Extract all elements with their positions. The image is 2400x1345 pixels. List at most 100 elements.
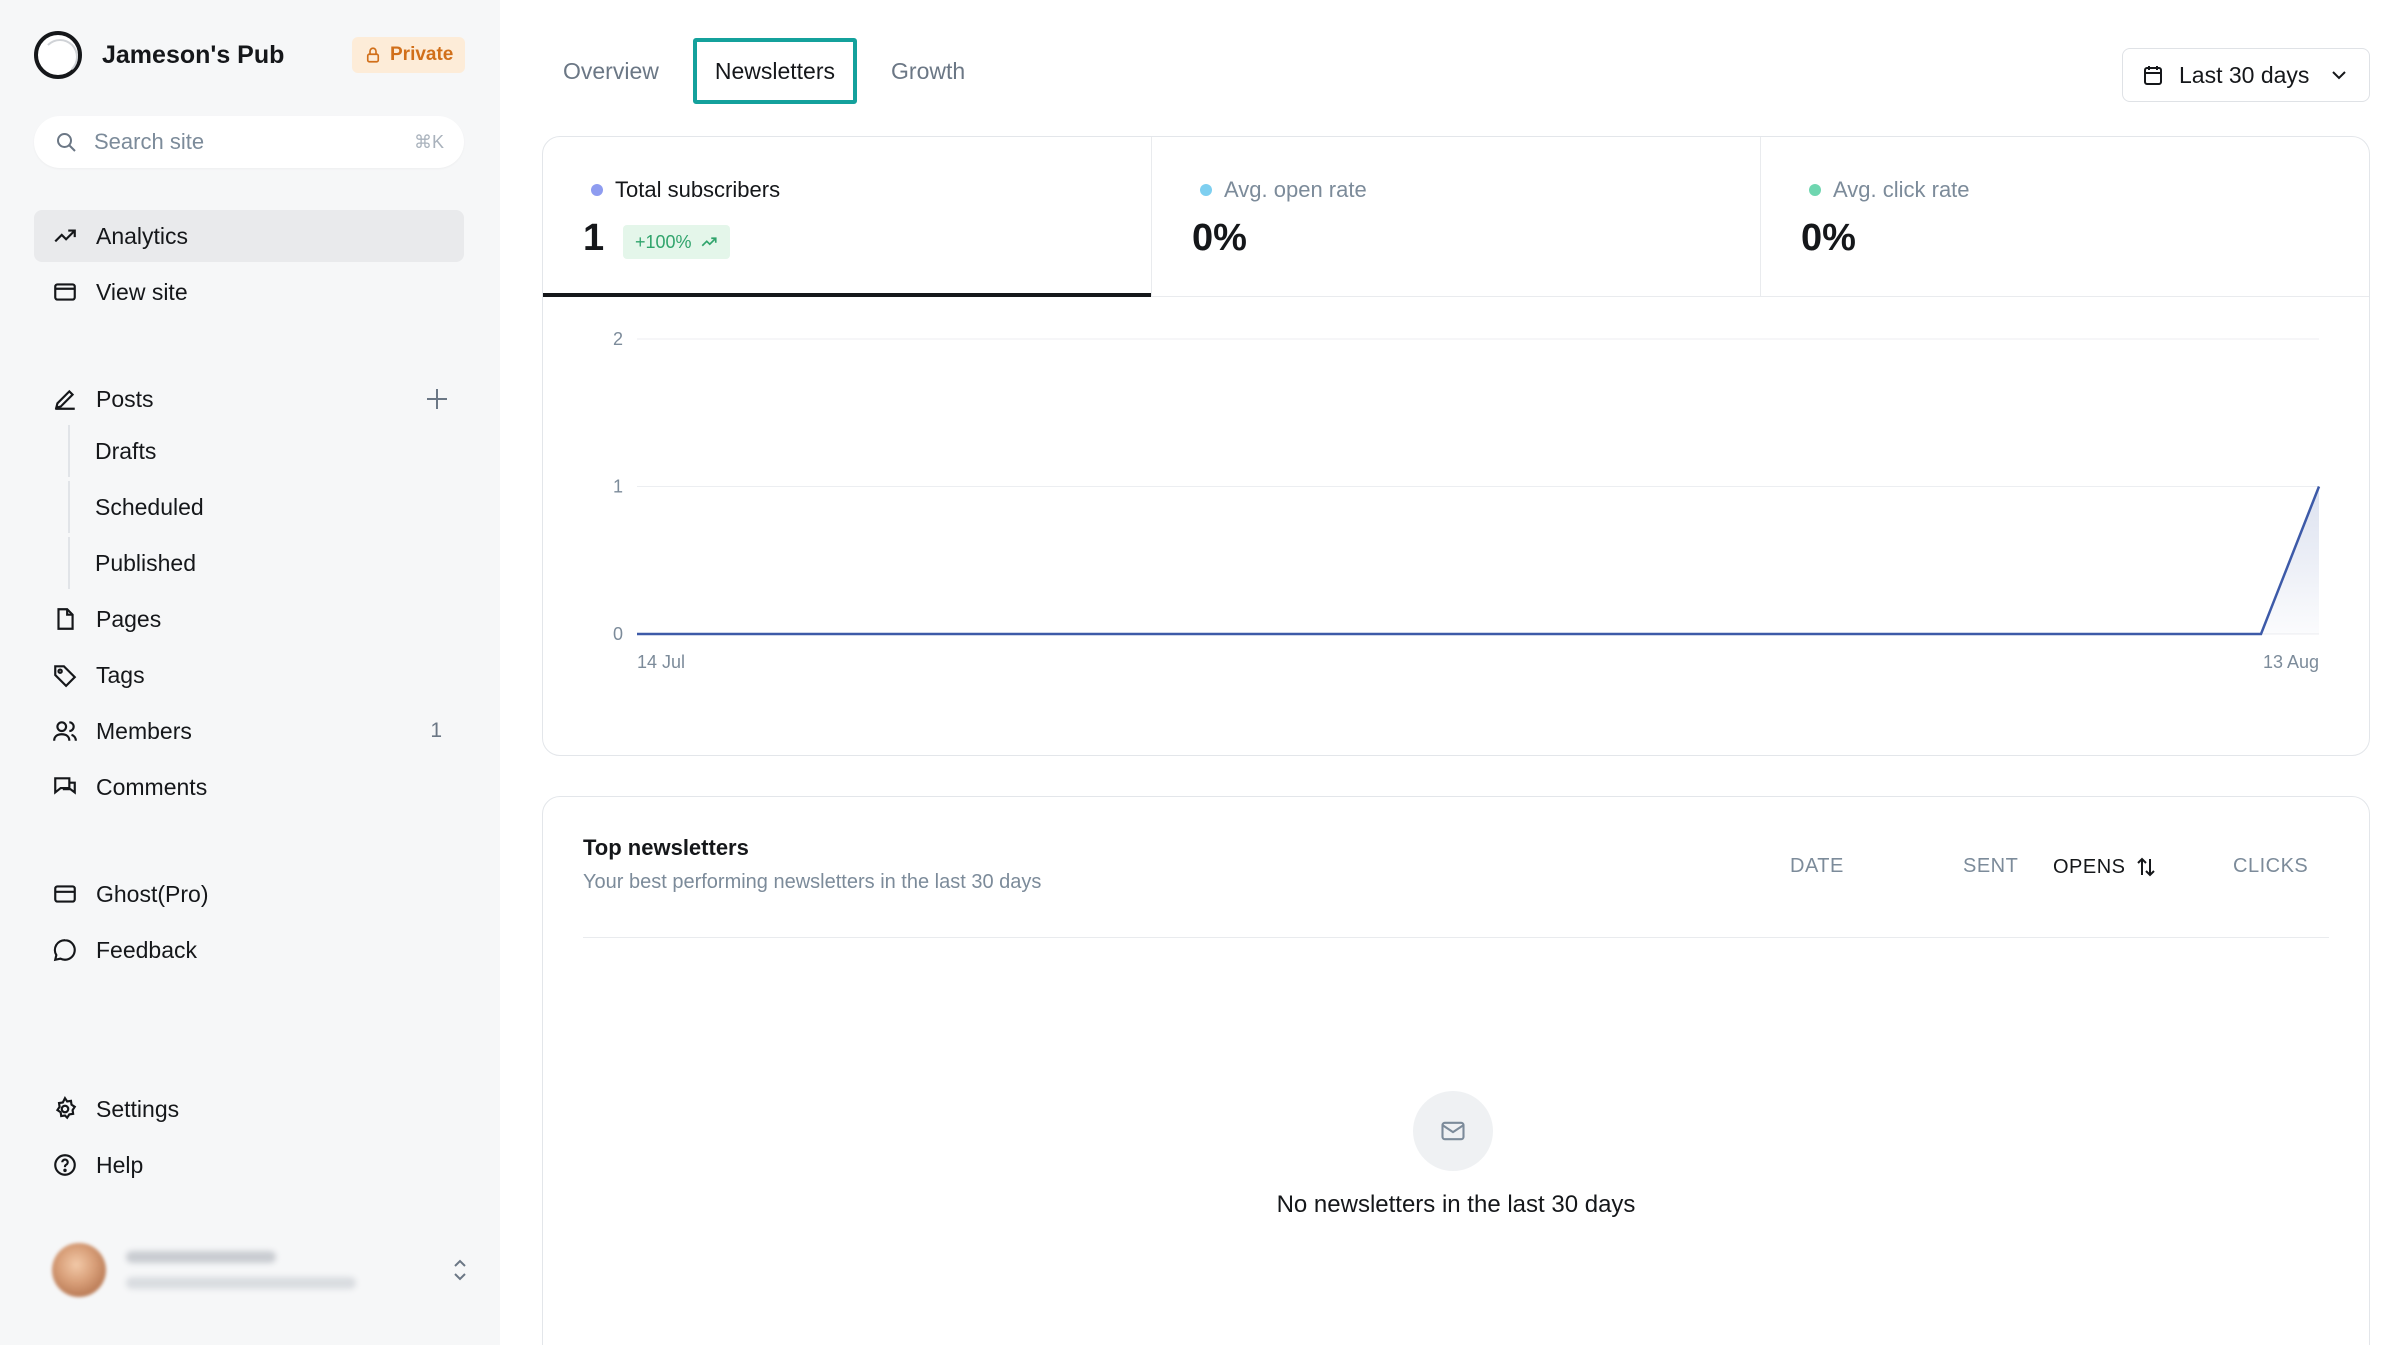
members-count: 1 (430, 719, 442, 742)
date-range-select[interactable]: Last 30 days (2122, 48, 2370, 102)
search-input[interactable]: Search site ⌘K (34, 116, 464, 168)
kpi-value: 0% (1801, 217, 1856, 259)
sidebar-item-label: Ghost(Pro) (96, 880, 209, 907)
series-area (637, 486, 2319, 634)
top-newsletters-subtitle: Your best performing newsletters in the … (583, 871, 1042, 893)
sidebar-item-feedback[interactable]: Feedback (34, 924, 464, 976)
y-tick-label: 2 (613, 329, 623, 349)
column-header-date[interactable]: DATE (1790, 855, 1844, 878)
sidebar-item-comments[interactable]: Comments (34, 761, 464, 813)
y-tick-label: 1 (613, 477, 623, 497)
sidebar: Jameson's Pub Private Search site ⌘K Ana… (0, 0, 500, 1345)
change-badge-text: +100% (635, 231, 692, 252)
analytics-tabs: Overview Newsletters Growth (545, 38, 983, 104)
envelope-icon (1413, 1091, 1493, 1171)
column-header-opens[interactable]: OPENS (2053, 855, 2158, 879)
y-tick-label: 0 (613, 624, 623, 644)
kpi-label-text: Total subscribers (615, 177, 781, 202)
kpi-row: Total subscribers 1 +100% Avg. open rate… (543, 137, 2369, 297)
series-dot (1200, 184, 1212, 196)
kpi-avg-click-rate[interactable]: Avg. click rate 0% (1761, 137, 2369, 296)
sidebar-item-label: View site (96, 278, 188, 305)
site-logo-icon (34, 31, 82, 79)
sidebar-item-label: Pages (96, 605, 162, 632)
top-newsletters-card: Top newsletters Your best performing new… (542, 796, 2370, 1345)
sort-icon (2136, 857, 2155, 877)
series-line (637, 486, 2321, 636)
users-icon (52, 718, 78, 744)
sidebar-item-label: Analytics (96, 222, 189, 249)
empty-state-text: No newsletters in the last 30 days (1276, 1191, 1636, 1218)
kpi-label-text: Avg. open rate (1224, 177, 1367, 202)
sidebar-item-view-site[interactable]: View site (34, 266, 464, 318)
credit-card-icon (52, 881, 78, 907)
sidebar-item-tags[interactable]: Tags (34, 649, 464, 701)
user-details-blurred (126, 1251, 356, 1289)
document-icon (52, 606, 78, 632)
user-menu[interactable] (52, 1240, 466, 1300)
divider (583, 937, 2329, 938)
kpi-value: 0% (1192, 217, 1247, 259)
kpi-label: Avg. open rate (1200, 177, 1367, 203)
private-badge-label: Private (390, 44, 454, 65)
tab-newsletters[interactable]: Newsletters (692, 38, 858, 104)
column-header-sent[interactable]: SENT (1963, 855, 2018, 878)
sidebar-item-label: Scheduled (95, 493, 204, 520)
search-icon (57, 133, 76, 152)
kpi-label-text: Avg. click rate (1833, 177, 1970, 202)
sidebar-item-analytics[interactable]: Analytics (34, 210, 464, 262)
subscribers-chart: 0 1 2 14 Jul 13 Aug (613, 329, 2321, 672)
search-placeholder: Search site (94, 129, 205, 154)
site-name: Jameson's Pub (102, 40, 285, 69)
series-dot (591, 184, 603, 196)
chevron-down-icon (2332, 71, 2346, 80)
sidebar-item-ghost-pro[interactable]: Ghost(Pro) (34, 868, 464, 920)
sidebar-item-drafts[interactable]: Drafts (68, 425, 448, 477)
sidebar-item-settings[interactable]: Settings (34, 1083, 464, 1135)
kpi-avg-open-rate[interactable]: Avg. open rate 0% (1152, 137, 1761, 296)
tab-overview[interactable]: Overview (545, 38, 677, 104)
calendar-icon (2144, 66, 2162, 85)
help-circle-icon (52, 1152, 78, 1178)
chat-bubble-icon (52, 937, 78, 963)
brand[interactable]: Jameson's Pub (34, 30, 284, 80)
search-shortcut: ⌘K (413, 131, 444, 152)
browser-window-icon (52, 279, 78, 305)
pencil-icon (52, 386, 78, 412)
sidebar-item-label: Comments (96, 773, 208, 800)
column-header-clicks[interactable]: CLICKS (2233, 855, 2308, 878)
sidebar-item-label: Drafts (95, 437, 157, 464)
sidebar-item-published[interactable]: Published (68, 537, 448, 589)
series-dot (1809, 184, 1821, 196)
x-tick-label: 13 Aug (2263, 652, 2319, 672)
date-range-label: Last 30 days (2179, 61, 2310, 88)
change-badge: +100% (623, 225, 730, 259)
sidebar-item-scheduled[interactable]: Scheduled (68, 481, 448, 533)
trend-up-icon (701, 237, 717, 247)
sidebar-item-label: Feedback (96, 936, 198, 963)
x-tick-label: 14 Jul (637, 652, 685, 672)
gear-icon (52, 1096, 78, 1122)
trend-up-icon (52, 223, 78, 249)
avatar (52, 1243, 106, 1297)
sidebar-item-pages[interactable]: Pages (34, 593, 464, 645)
subscribers-chart-card: Total subscribers 1 +100% Avg. open rate… (542, 136, 2370, 756)
column-header-label: OPENS (2053, 855, 2126, 878)
sidebar-item-help[interactable]: Help (34, 1139, 464, 1191)
kpi-value: 1 (583, 217, 605, 259)
comments-icon (52, 774, 78, 800)
sidebar-item-members[interactable]: Members 1 (34, 705, 464, 757)
add-post-icon[interactable] (422, 384, 452, 414)
top-newsletters-title: Top newsletters (583, 835, 749, 860)
sidebar-item-label: Posts (96, 385, 154, 412)
tab-growth[interactable]: Growth (873, 38, 983, 104)
sidebar-item-label: Published (95, 549, 197, 576)
sidebar-item-label: Help (96, 1151, 144, 1178)
sidebar-item-label: Tags (96, 661, 145, 688)
sidebar-item-posts[interactable]: Posts (34, 373, 464, 425)
kpi-total-subscribers[interactable]: Total subscribers 1 +100% (543, 137, 1152, 297)
sidebar-item-label: Members (96, 717, 192, 744)
private-badge: Private (352, 37, 466, 73)
chevron-up-down-icon (454, 1259, 466, 1281)
sidebar-item-label: Settings (96, 1095, 180, 1122)
